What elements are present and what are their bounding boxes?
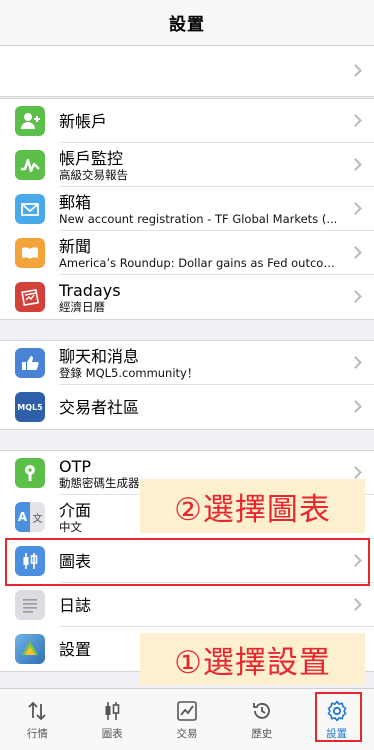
row-account-monitor[interactable]: 帳戶監控 高級交易報告 xyxy=(0,143,374,187)
list-item-partial[interactable] xyxy=(0,46,374,96)
tab-label: 交易 xyxy=(176,727,198,740)
chevron-right-icon xyxy=(349,64,362,77)
thumbs-up-icon xyxy=(15,348,45,378)
history-clock-icon xyxy=(252,702,270,719)
row-label: 帳戶監控 xyxy=(59,148,124,168)
tab-bar: 行情 圖表 交易 歷史 設置 xyxy=(0,688,374,750)
calendar-icon xyxy=(15,282,45,312)
settings-list[interactable]: 新帳戶 帳戶監控 高級交易報告 郵箱 New account registrat… xyxy=(0,46,374,688)
tab-chart[interactable]: 圖表 xyxy=(75,689,150,750)
add-user-icon xyxy=(15,106,45,136)
row-label: Tradays xyxy=(59,280,121,300)
mail-icon xyxy=(15,194,45,224)
gear-icon xyxy=(327,700,346,721)
row-label: OTP xyxy=(59,456,92,476)
tab-label: 行情 xyxy=(26,727,48,740)
language-icon: A 文 xyxy=(15,502,45,532)
row-new-account[interactable]: 新帳戶 xyxy=(0,99,374,143)
row-label: 新帳戶 xyxy=(59,111,108,131)
row-chat[interactable]: 聊天和消息 登錄 MQL5.community！ xyxy=(0,341,374,385)
top-group xyxy=(0,46,374,97)
candlestick-icon xyxy=(15,546,45,576)
row-news[interactable]: 新聞 America’s Roundup: Dollar gains as Fe… xyxy=(0,231,374,275)
row-tradays[interactable]: Tradays 經濟日曆 xyxy=(0,275,374,319)
row-label: 日誌 xyxy=(59,595,92,615)
candlestick-icon xyxy=(105,701,120,720)
row-charts[interactable]: 圖表 xyxy=(0,539,374,583)
row-label: 交易者社區 xyxy=(59,397,140,417)
row-mailbox[interactable]: 郵箱 New account registration - TF Global … xyxy=(0,187,374,231)
tab-label: 歷史 xyxy=(251,727,273,740)
arrows-updown-icon xyxy=(28,701,47,720)
key-icon xyxy=(15,458,45,488)
row-sublabel: America’s Roundup: Dollar gains as Fed o… xyxy=(59,255,340,270)
row-label: 新聞 xyxy=(59,236,92,256)
annotation-step-1: ①選擇設置 xyxy=(140,633,365,685)
app-logo-icon xyxy=(15,634,45,664)
journal-icon xyxy=(15,590,45,620)
row-sublabel: 經濟日曆 xyxy=(59,299,105,314)
community-group: 聊天和消息 登錄 MQL5.community！ MQL5 交易者社區 xyxy=(0,340,374,430)
row-sublabel: 高級交易報告 xyxy=(59,167,128,182)
tab-trade[interactable]: 交易 xyxy=(150,689,225,750)
row-journal[interactable]: 日誌 xyxy=(0,583,374,627)
tab-settings[interactable]: 設置 xyxy=(299,689,374,750)
row-sublabel: 登錄 MQL5.community！ xyxy=(59,365,199,380)
tab-history[interactable]: 歷史 xyxy=(224,689,299,750)
mql5-icon: MQL5 xyxy=(15,392,45,422)
trade-chart-icon xyxy=(177,700,197,721)
page-title: 設置 xyxy=(169,15,205,35)
tab-label: 圖表 xyxy=(101,727,123,740)
row-label: 圖表 xyxy=(59,551,92,571)
row-community[interactable]: MQL5 交易者社區 xyxy=(0,385,374,429)
book-icon xyxy=(15,238,45,268)
tab-quotes[interactable]: 行情 xyxy=(0,689,75,750)
row-label: 郵箱 xyxy=(59,192,92,212)
annotation-step-2: ②選擇圖表 xyxy=(140,479,365,533)
monitor-pulse-icon xyxy=(15,150,45,180)
row-label: 聊天和消息 xyxy=(59,346,140,366)
tab-label: 設置 xyxy=(326,727,348,740)
accounts-group: 新帳戶 帳戶監控 高級交易報告 郵箱 New account registrat… xyxy=(0,98,374,320)
row-sublabel: New account registration - TF Global Mar… xyxy=(59,211,338,226)
nav-bar: 設置 xyxy=(0,0,374,46)
